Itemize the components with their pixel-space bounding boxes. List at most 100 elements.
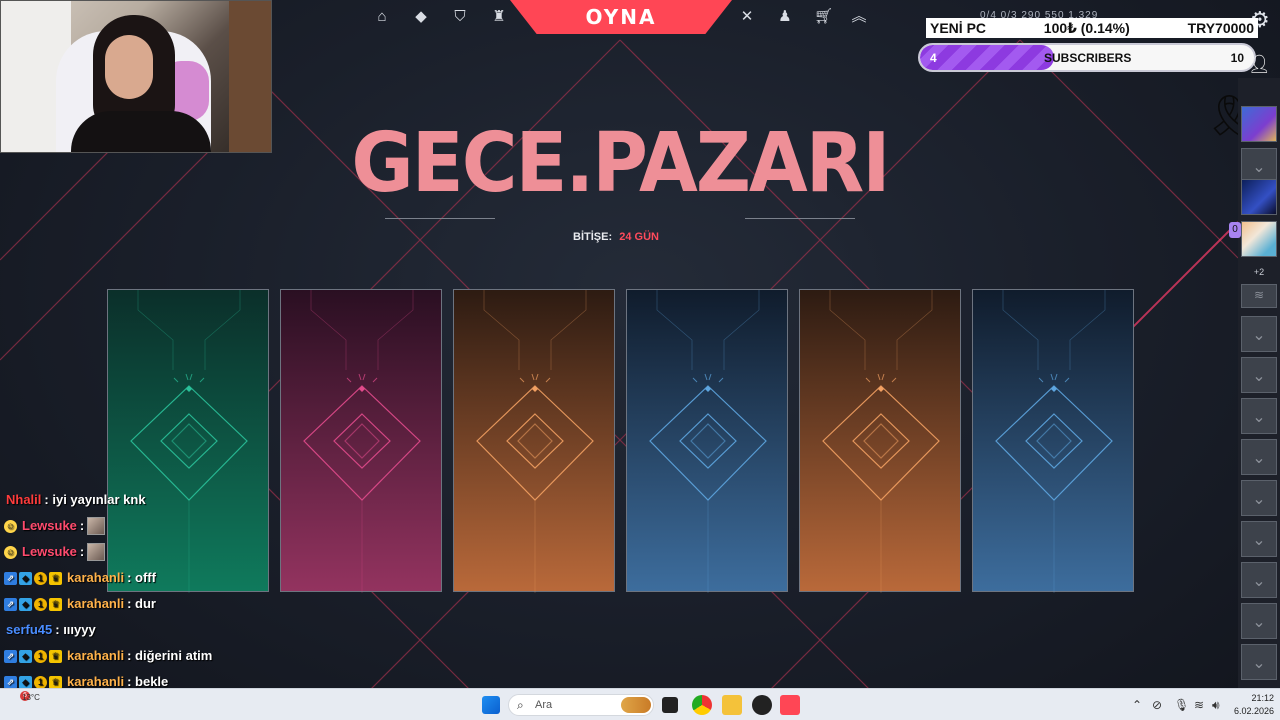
- valorant-icon[interactable]: [780, 695, 800, 715]
- collection-icon[interactable]: ✕: [738, 8, 756, 26]
- empty-slot[interactable]: ⌄: [1241, 357, 1277, 393]
- chevron-icon: ⌄: [1252, 159, 1266, 176]
- friend-avatar[interactable]: [1241, 221, 1277, 257]
- crown-badge-icon: ♛: [49, 571, 62, 585]
- empty-slot[interactable]: ⌄: [1241, 480, 1277, 516]
- empty-slot[interactable]: ⌄: [1241, 398, 1277, 434]
- cube-badge-icon: ◆: [19, 675, 32, 689]
- chat-username: karahanli: [67, 648, 125, 663]
- offer-card-blue[interactable]: [972, 289, 1134, 593]
- cube-badge-icon: ◆: [19, 571, 32, 585]
- donation-goal-bar: YENİ PC 100₺ (0.14%) TRY70000: [926, 18, 1258, 38]
- card-emblem: [649, 290, 767, 593]
- chat-text: : offf: [127, 570, 156, 585]
- chevron-up-icon[interactable]: ⌃: [1132, 698, 1142, 712]
- friend-avatar[interactable]: [1241, 179, 1277, 215]
- chat-username: karahanli: [67, 596, 125, 611]
- chat-message: Nhalil : iyi yayınlar knk: [4, 487, 284, 513]
- signal-icon: ≋: [1241, 284, 1277, 308]
- system-clock[interactable]: 21:12 6.02.2026: [1230, 692, 1274, 718]
- cube-badge-icon: ◆: [19, 597, 32, 611]
- career-icon[interactable]: ◆: [412, 8, 430, 26]
- wifi-icon[interactable]: ≋: [1194, 698, 1204, 712]
- taskbar-search[interactable]: ⌕ Ara: [508, 694, 654, 716]
- chat-overlay: Nhalil : iyi yayınlar knk ☺ Lewsuke : ☺ Lews…: [4, 487, 284, 720]
- title-divider-right: [745, 218, 855, 219]
- cube-badge-icon: ◆: [19, 649, 32, 663]
- card-emblem: [476, 290, 594, 593]
- mourning-ribbon-icon: 🎗︎: [1204, 94, 1255, 138]
- empty-slot[interactable]: ⌄: [1241, 644, 1277, 680]
- search-highlight-image: [621, 697, 651, 713]
- crown-badge-icon: ♛: [49, 675, 62, 689]
- clock-time: 21:12: [1251, 693, 1274, 703]
- chat-username: Nhalil: [6, 492, 42, 507]
- expiry-timer: BİTİŞE: 24 GÜN: [0, 231, 1232, 243]
- chat-message: serfu45 : ıııyyy: [4, 617, 284, 643]
- empty-slot[interactable]: ⌄: [1241, 562, 1277, 598]
- microphone-icon[interactable]: 🎙︎: [1174, 698, 1189, 712]
- blue-badge-icon: ⇗: [4, 597, 17, 611]
- agent-contracts-icon[interactable]: ♟: [776, 8, 794, 26]
- chat-text: : iyi yayınlar knk: [44, 492, 146, 507]
- title-divider-left: [385, 218, 495, 219]
- card-emblem: [303, 290, 421, 593]
- subscriber-goal-bar: 4 SUBSCRIBERS 10: [918, 43, 1256, 72]
- offer-card-orange[interactable]: [799, 289, 961, 593]
- smile-badge-icon: ☺: [4, 519, 17, 533]
- clock-date: 6.02.2026: [1233, 706, 1274, 716]
- gold-badge-icon: 1: [34, 675, 47, 689]
- goal-target: TRY70000: [1187, 20, 1254, 36]
- play-tab[interactable]: OYNA: [510, 0, 732, 34]
- friend-avatar[interactable]: [1241, 106, 1277, 142]
- windows-start-icon[interactable]: [482, 696, 500, 714]
- subscriber-label: SUBSCRIBERS: [1044, 51, 1132, 65]
- chat-text: : ıııyyy: [55, 622, 96, 637]
- empty-slot[interactable]: ⌄: [1241, 521, 1277, 557]
- chat-emote: [87, 543, 106, 561]
- add-friend-icon[interactable]: 👤︎: [1248, 54, 1271, 75]
- chat-username: Lewsuke: [22, 518, 77, 533]
- chrome-icon[interactable]: [692, 695, 712, 715]
- volume-icon[interactable]: 🔊︎: [1212, 698, 1220, 713]
- empty-slot[interactable]: ⌄: [1241, 603, 1277, 639]
- crown-badge-icon: ♛: [49, 649, 62, 663]
- chat-username: serfu45: [6, 622, 53, 637]
- goal-progress: 100₺ (0.14%): [1043, 19, 1130, 36]
- home-icon[interactable]: ⌂: [373, 8, 391, 26]
- agents-icon[interactable]: ♜: [490, 8, 508, 26]
- weather-widget[interactable]: 13°C: [22, 693, 40, 702]
- obs-icon[interactable]: [752, 695, 772, 715]
- page-title: GECE.PAZARI: [351, 114, 890, 211]
- expiry-label: BİTİŞE:: [573, 231, 613, 243]
- file-explorer-icon[interactable]: [722, 695, 742, 715]
- chat-message: ⇗ ◆ 1 ♛ karahanli : offf: [4, 565, 284, 591]
- network-icon[interactable]: ⊘: [1152, 698, 1162, 712]
- empty-slot[interactable]: ⌄: [1241, 316, 1277, 352]
- search-icon: ⌕: [517, 698, 524, 712]
- offer-card-magenta[interactable]: [280, 289, 442, 593]
- chat-message: ⇗ ◆ 1 ♛ karahanli : diğerini atim: [4, 643, 284, 669]
- empty-slot[interactable]: ⌄: [1241, 439, 1277, 475]
- chat-emote: [87, 517, 106, 535]
- chat-username: karahanli: [67, 570, 125, 585]
- battlepass-icon[interactable]: ⛉: [451, 8, 469, 26]
- gold-badge-icon: 1: [34, 649, 47, 663]
- subscriber-current: 4: [930, 51, 937, 65]
- chat-message: ☺ Lewsuke :: [4, 539, 284, 565]
- chat-username: Lewsuke: [22, 544, 77, 559]
- chat-message: ⇗ ◆ 1 ♛ karahanli : dur: [4, 591, 284, 617]
- subscriber-progress-fill: [920, 45, 1054, 70]
- offer-card-orange[interactable]: [453, 289, 615, 593]
- store-icon[interactable]: 🛒︎: [814, 8, 833, 26]
- more-friends-count[interactable]: +2: [1238, 267, 1280, 277]
- expiry-value: 24 GÜN: [619, 231, 659, 243]
- social-sidebar: ⌄ +2 ≋ ⌄ ⌄ ⌄ ⌄ ⌄ ⌄ ⌄ ⌄ ⌄: [1238, 78, 1280, 688]
- party-count-badge: 0: [1229, 222, 1241, 238]
- smile-badge-icon: ☺: [4, 545, 17, 559]
- task-view-icon[interactable]: [662, 697, 678, 713]
- rank-icon[interactable]: ︽: [850, 8, 868, 26]
- windows-taskbar: 6 13°C ⌕ Ara ⌃ ⊘ 🎙︎ ≋ 🔊︎ 21:12 6.02.2026: [0, 688, 1280, 720]
- offer-card-blue[interactable]: [626, 289, 788, 593]
- search-placeholder: Ara: [535, 699, 553, 711]
